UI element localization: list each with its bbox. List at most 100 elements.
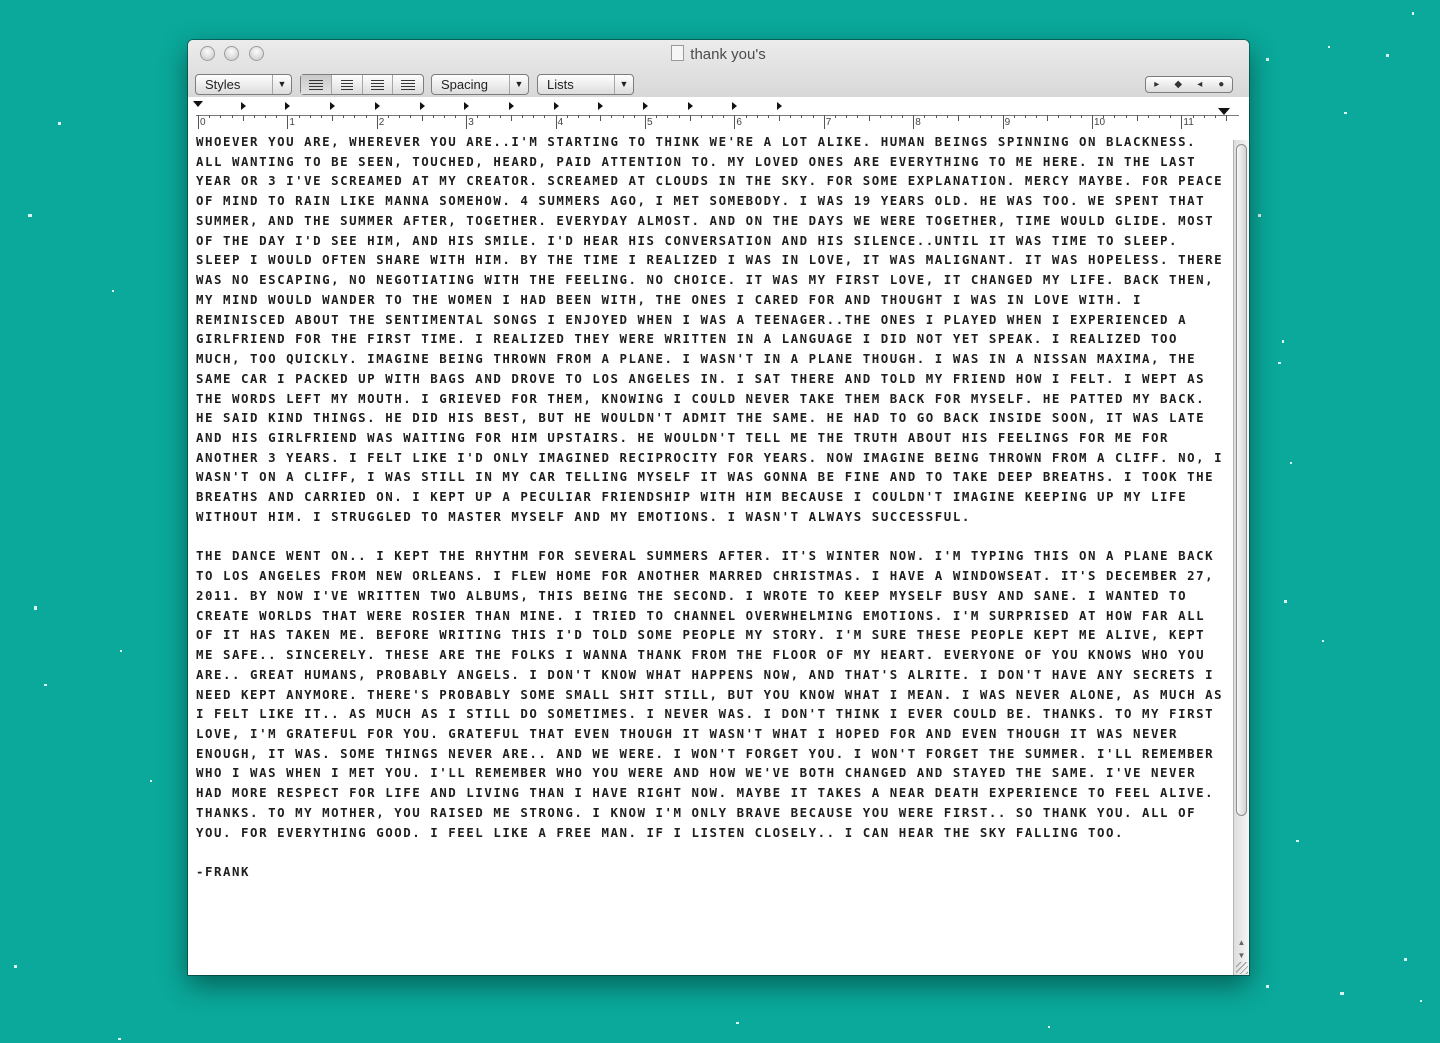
chevron-down-icon: ▼ xyxy=(614,75,633,94)
ruler-minor-tick xyxy=(365,115,367,118)
tab-stop-icon[interactable] xyxy=(508,102,514,110)
ruler-minor-tick xyxy=(846,115,848,118)
ruler-major-tick xyxy=(1092,115,1093,129)
ruler-major-tick xyxy=(645,115,646,129)
background-speck xyxy=(150,780,152,782)
ruler-minor-tick xyxy=(220,115,222,118)
tab-stop-icon[interactable] xyxy=(285,102,291,110)
tab-stop-icon[interactable] xyxy=(732,102,738,110)
ruler-minor-tick xyxy=(1136,115,1138,121)
ruler-minor-tick xyxy=(253,115,255,118)
ruler-minor-tick xyxy=(455,115,457,118)
background-speck xyxy=(1386,54,1389,57)
lists-label: Lists xyxy=(547,77,574,92)
ruler-minor-tick xyxy=(410,115,412,118)
styles-label: Styles xyxy=(205,77,241,92)
tab-stop-icon[interactable] xyxy=(240,102,246,110)
tab-stop-icon[interactable] xyxy=(374,102,380,110)
tab-stop-icon[interactable] xyxy=(553,102,559,110)
tab-stop-icon[interactable] xyxy=(777,102,783,110)
spacing-label: Spacing xyxy=(441,77,488,92)
ruler-minor-tick xyxy=(242,115,244,121)
ruler-number: 10 xyxy=(1094,117,1106,128)
tab-stop-icon[interactable] xyxy=(330,102,336,110)
ruler-minor-tick xyxy=(957,115,959,121)
ruler-minor-tick xyxy=(577,115,579,118)
ruler-baseline xyxy=(196,115,1239,116)
right-tab-icon[interactable]: ▸ xyxy=(1146,77,1168,92)
ruler-number: 4 xyxy=(557,117,564,128)
center-tab-icon[interactable]: ◆ xyxy=(1168,77,1190,92)
chevron-down-icon: ▼ xyxy=(272,75,291,94)
ruler-minor-tick xyxy=(790,115,792,118)
ruler-minor-tick xyxy=(924,115,926,118)
tab-stop-icon[interactable] xyxy=(419,102,425,110)
ruler-minor-tick xyxy=(857,115,859,118)
ruler-minor-tick xyxy=(1226,115,1228,121)
align-right-button[interactable] xyxy=(393,75,423,94)
ruler-minor-tick xyxy=(1114,115,1116,118)
ruler-minor-tick xyxy=(354,115,356,118)
spacing-dropdown[interactable]: Spacing ▼ xyxy=(431,74,529,95)
styles-dropdown[interactable]: Styles ▼ xyxy=(195,74,292,95)
ruler-number: 11 xyxy=(1183,117,1194,128)
ruler-minor-tick xyxy=(756,115,758,118)
scroll-down-icon[interactable]: ▼ xyxy=(1234,949,1249,962)
ruler-minor-tick xyxy=(443,115,445,118)
vertical-scrollbar[interactable]: ▲ ▼ xyxy=(1233,140,1249,975)
ruler-minor-tick xyxy=(533,115,535,118)
background-speck xyxy=(118,1038,121,1040)
ruler-major-tick xyxy=(555,115,557,129)
ruler-minor-tick xyxy=(890,115,892,118)
scroll-up-icon[interactable]: ▲ xyxy=(1234,936,1249,949)
scrollbar-thumb[interactable] xyxy=(1236,144,1247,816)
ruler-minor-tick xyxy=(779,115,781,121)
background-speck xyxy=(14,965,17,968)
ruler-minor-tick xyxy=(421,115,423,121)
tab-stop-icon[interactable] xyxy=(464,102,470,110)
right-margin-marker-icon[interactable] xyxy=(1218,108,1230,115)
ruler-minor-tick xyxy=(745,115,747,118)
ruler-minor-tick xyxy=(231,115,233,118)
ruler-minor-tick xyxy=(309,115,311,118)
ruler-number: 7 xyxy=(825,117,832,128)
ruler-minor-tick xyxy=(276,115,278,118)
tab-stop-controls: ▸ ◆ ◂ ● xyxy=(1145,76,1233,93)
left-tab-icon[interactable]: ◂ xyxy=(1189,77,1211,92)
ruler[interactable]: 0 1 2 3 4 5 6 7 8 9 10 11 xyxy=(188,97,1249,131)
background-speck xyxy=(1290,462,1292,464)
ruler-minor-tick xyxy=(1125,115,1127,118)
document-signature: -FRANK xyxy=(196,864,251,880)
ruler-minor-tick xyxy=(969,115,971,118)
ruler-minor-tick xyxy=(432,115,434,118)
ruler-number: 6 xyxy=(736,117,742,128)
ruler-minor-tick xyxy=(801,115,803,118)
tab-stop-icon[interactable] xyxy=(687,102,693,110)
tab-stop-icon[interactable] xyxy=(598,102,604,110)
ruler-major-tick xyxy=(1002,115,1004,129)
ruler-minor-tick xyxy=(1147,115,1149,118)
alignment-segmented-control xyxy=(300,74,424,95)
ruler-minor-tick xyxy=(1069,115,1071,118)
tab-stop-icon[interactable] xyxy=(643,102,648,110)
left-margin-marker-icon[interactable] xyxy=(193,101,203,107)
ruler-minor-tick xyxy=(712,115,714,118)
ruler-minor-tick xyxy=(667,115,669,118)
ruler-minor-tick xyxy=(1103,115,1105,118)
ruler-minor-tick xyxy=(935,115,937,118)
background-speck xyxy=(1258,214,1261,217)
background-speck xyxy=(1420,1000,1422,1002)
ruler-minor-tick xyxy=(700,115,702,118)
resize-grip-icon[interactable] xyxy=(1236,962,1248,974)
ruler-minor-tick xyxy=(611,115,613,118)
ruler-minor-tick xyxy=(488,115,490,118)
justify-button[interactable] xyxy=(363,75,394,94)
document-text-area[interactable]: WHOEVER YOU ARE, WHEREVER YOU ARE..I'M S… xyxy=(196,132,1226,971)
lists-dropdown[interactable]: Lists ▼ xyxy=(537,74,634,95)
align-center-button[interactable] xyxy=(332,75,363,94)
decimal-tab-icon[interactable]: ● xyxy=(1211,77,1233,92)
ruler-minor-tick xyxy=(767,115,769,118)
ruler-minor-tick xyxy=(1036,115,1038,118)
align-left-button[interactable] xyxy=(301,75,332,94)
ruler-minor-tick xyxy=(332,115,334,121)
